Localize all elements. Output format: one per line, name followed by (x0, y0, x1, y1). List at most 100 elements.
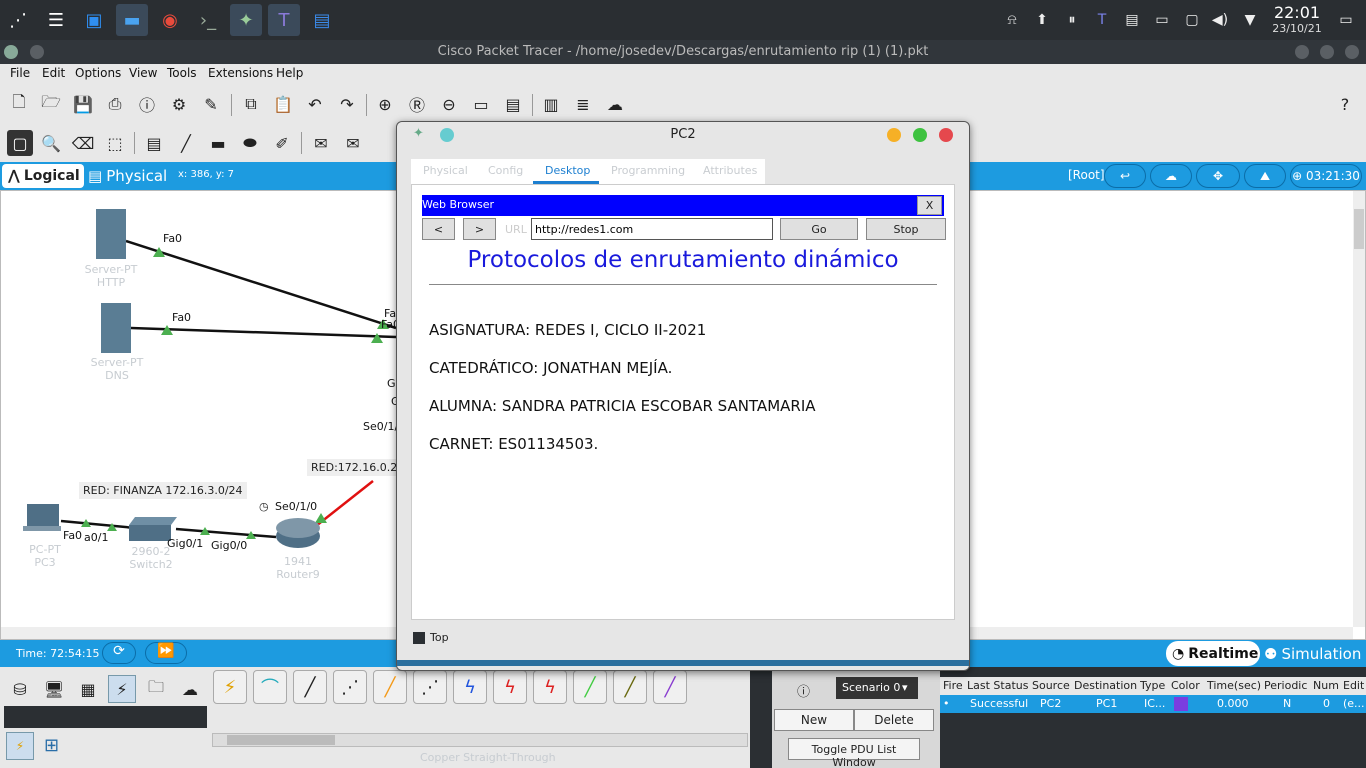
zoom-in-icon[interactable]: ⊕ (374, 93, 396, 115)
select-icon[interactable]: ▢ (7, 130, 33, 156)
teams-tray-icon[interactable]: T (1092, 10, 1112, 30)
device-list-icon[interactable]: ≣ (572, 93, 594, 115)
menu-tools[interactable]: Tools (167, 66, 197, 80)
simple-pdu-icon[interactable]: ✉ (310, 132, 332, 154)
automatic-connection-icon[interactable]: ⚡ (213, 670, 247, 704)
connections-icon[interactable]: ⚡ (108, 675, 136, 703)
tab-programming[interactable]: Programming (611, 164, 685, 177)
menu-help[interactable]: Help (276, 66, 303, 80)
fast-forward-icon[interactable]: ⏩ (145, 642, 187, 664)
menu-options[interactable]: Options (75, 66, 121, 80)
root-label[interactable]: [Root] (1068, 168, 1105, 182)
crossover-icon[interactable]: ⋰ (333, 670, 367, 704)
save-icon[interactable]: 💾 (72, 93, 94, 115)
chrome-icon[interactable]: ◉ (154, 4, 186, 36)
tab-physical[interactable]: Physical (423, 164, 468, 177)
new-scenario-button[interactable]: New (774, 709, 854, 731)
file-manager-icon[interactable]: ▬ (116, 4, 148, 36)
clipboard-icon[interactable]: ▤ (1122, 10, 1142, 30)
go-button[interactable]: Go (780, 218, 858, 240)
clock-time[interactable]: 22:01 (1262, 3, 1332, 22)
open-folder-icon[interactable]: 🗁 (40, 92, 62, 115)
custom-device-icon[interactable]: ▤ (502, 93, 524, 115)
pdu-row[interactable]: • Successful PC2 PC1 IC... 0.000 N 0 (e.… (940, 695, 1366, 713)
rectangle-icon[interactable]: ▬ (207, 132, 229, 154)
battery-icon[interactable]: ▭ (1152, 10, 1172, 30)
info-icon[interactable]: ⓘ (797, 681, 810, 700)
inspect-icon[interactable]: 🔍 (40, 132, 62, 154)
pause-icon[interactable]: ⏸ (1062, 10, 1082, 30)
move-icon[interactable]: ✥ (1196, 164, 1240, 188)
note-icon[interactable]: ▤ (143, 132, 165, 154)
menu-edit[interactable]: Edit (42, 66, 65, 80)
scenario-select[interactable]: Scenario 0 ▾ (836, 677, 918, 699)
scrollbar-thumb[interactable] (1354, 209, 1364, 249)
paste-icon[interactable]: 📋 (272, 93, 294, 115)
physical-tab[interactable]: ▤ Physical (88, 164, 174, 188)
pc2-title-bar[interactable]: ✦ PC2 (397, 122, 969, 148)
notes-icon[interactable]: ▥ (540, 93, 562, 115)
document-icon[interactable]: ▤ (306, 4, 338, 36)
tray-expand-icon[interactable]: ▼ (1240, 10, 1260, 30)
cluster-icon[interactable]: ☁ (1150, 164, 1192, 188)
new-file-icon[interactable]: 🗋 (8, 92, 30, 115)
delete-scenario-button[interactable]: Delete (854, 709, 934, 731)
resize-icon[interactable]: ⬚ (104, 132, 126, 154)
scrollbar-thumb[interactable] (227, 735, 335, 745)
serial-dte-icon[interactable]: ϟ (533, 670, 567, 704)
device-scrollbar[interactable] (212, 733, 748, 747)
serial-dce-icon[interactable]: ϟ (493, 670, 527, 704)
notification-bell-icon[interactable]: ⍾ (1002, 10, 1022, 30)
browser-back-button[interactable]: < (422, 218, 455, 240)
delete-icon[interactable]: ⌫ (72, 132, 95, 154)
close-button[interactable] (939, 128, 953, 142)
menu-extensions[interactable]: Extensions (208, 66, 273, 80)
components-icon[interactable]: ▦ (74, 675, 102, 703)
server-http-icon[interactable] (96, 209, 126, 259)
multiuser-icon[interactable]: ☁ (176, 675, 204, 703)
back-icon[interactable]: ↩ (1104, 164, 1146, 188)
store-icon[interactable]: ▣ (78, 4, 110, 36)
maximize-button[interactable] (1320, 45, 1334, 59)
tab-attributes[interactable]: Attributes (703, 164, 757, 177)
end-devices-icon[interactable]: 🖥 (40, 675, 68, 703)
network-devices-icon[interactable]: ⛁ (6, 675, 34, 703)
connections-subtype-icon[interactable]: ⚡ (6, 732, 34, 760)
menu-file[interactable]: File (10, 66, 30, 80)
pc3-icon[interactable] (27, 504, 59, 526)
viewport-clock[interactable]: ⊕ 03:21:30 (1290, 164, 1362, 188)
stop-button[interactable]: Stop (866, 218, 946, 240)
straight-through-icon[interactable]: ╱ (293, 670, 327, 704)
browser-close-button[interactable]: X (917, 196, 942, 215)
link-switch-router[interactable] (175, 527, 277, 539)
terminal-icon[interactable]: ›_ (192, 4, 224, 36)
freeform-icon[interactable]: ✐ (271, 132, 293, 154)
octal-cable-icon[interactable]: ╱ (573, 670, 607, 704)
vertical-scrollbar[interactable] (1353, 191, 1365, 627)
power-cycle-icon[interactable]: ⟳ (102, 642, 136, 664)
logical-tab[interactable]: ⋀ Logical (2, 164, 84, 188)
console-cable-icon[interactable]: ⌒ (253, 670, 287, 704)
cloud-icon[interactable]: ☁ (604, 93, 626, 115)
top-checkbox[interactable] (413, 632, 425, 644)
coaxial-icon[interactable]: ϟ (453, 670, 487, 704)
display-icon[interactable]: ▢ (1182, 10, 1202, 30)
network-label[interactable]: RED: FINANZA 172.16.3.0/24 (79, 482, 247, 499)
grid-icon[interactable]: ⊞ (44, 735, 59, 756)
close-button[interactable] (1345, 45, 1359, 59)
tab-desktop[interactable]: Desktop (545, 164, 590, 177)
minimize-button[interactable] (887, 128, 901, 142)
background-icon[interactable]: ⛰ (1244, 164, 1286, 188)
usb-cable-icon[interactable]: ╱ (653, 670, 687, 704)
tab-config[interactable]: Config (488, 164, 523, 177)
redo-icon[interactable]: ↷ (336, 93, 358, 115)
menu-view[interactable]: View (129, 66, 157, 80)
pdu-edit[interactable]: (e... (1343, 697, 1365, 710)
clock-date[interactable]: 23/10/21 (1262, 22, 1332, 35)
activity-wizard-icon[interactable]: ✎ (200, 93, 222, 115)
app-launcher-icon[interactable]: ⋰ (2, 4, 34, 36)
palette-icon[interactable]: ▭ (470, 93, 492, 115)
server-dns-icon[interactable] (101, 303, 131, 353)
packet-tracer-icon[interactable]: ✦ (230, 4, 262, 36)
browser-forward-button[interactable]: > (463, 218, 496, 240)
